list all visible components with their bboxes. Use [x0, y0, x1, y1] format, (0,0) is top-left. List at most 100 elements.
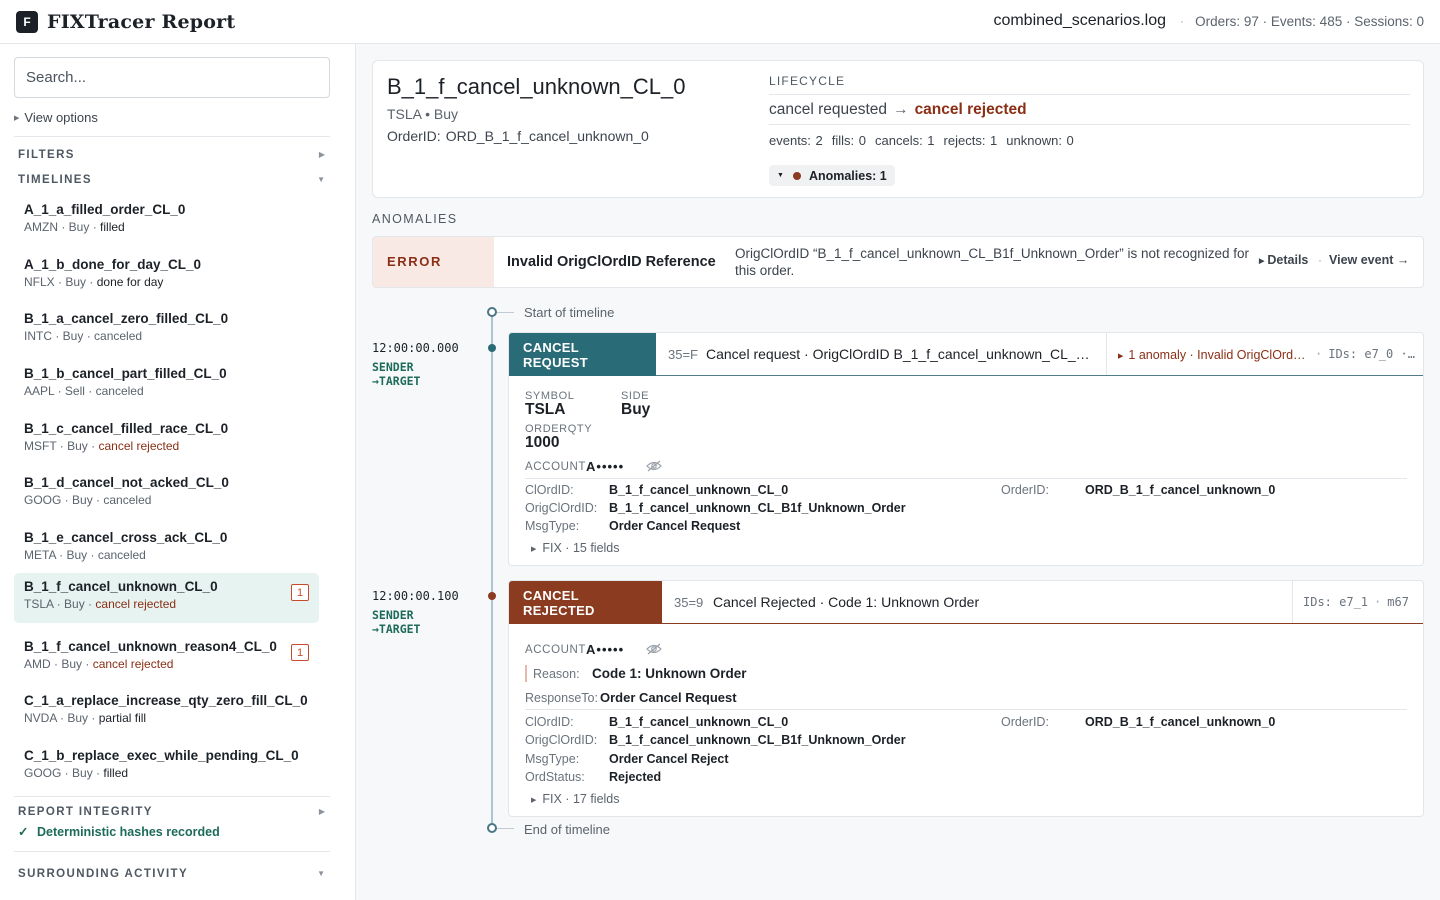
timeline-item[interactable]: B_1_a_cancel_zero_filled_CL_0 INTC · Buy …	[14, 305, 319, 355]
timeline-status: filled	[103, 766, 129, 780]
caret-right-icon: ▶	[531, 546, 537, 553]
anomalies-heading: ANOMALIES	[372, 212, 458, 226]
timeline-item[interactable]: B_1_f_cancel_unknown_CL_0 TSLA · Buy · ca…	[14, 573, 319, 623]
event-msg-id: m67	[1387, 595, 1409, 609]
direction-target: →TARGET	[372, 374, 421, 388]
eye-slash-icon[interactable]	[646, 642, 662, 656]
anomalies-toggle[interactable]: ▼ Anomalies: 1	[769, 165, 895, 186]
timeline-meta: NFLX · Buy · done for day	[24, 275, 164, 289]
msgtype-value: Order Cancel Reject	[609, 752, 729, 766]
clordid-label: ClOrdID:	[525, 483, 574, 497]
view-options-toggle[interactable]: ▶ View options	[14, 110, 98, 125]
origclordid-label: OrigClOrdID:	[525, 733, 598, 747]
timeline-item[interactable]: C_1_a_replace_increase_qty_zero_fill_CL_…	[14, 687, 319, 737]
account-value-masked: A•••••	[586, 642, 625, 657]
timeline-item[interactable]: B_1_d_cancel_not_acked_CL_0 GOOG · Buy · …	[14, 469, 319, 519]
divider	[14, 136, 330, 137]
count-rejects: rejects: 1	[943, 133, 998, 148]
event-ids-text: IDs: e7_0 · m66	[1328, 347, 1415, 361]
event-direction: SENDER →TARGET	[372, 360, 420, 388]
lifecycle-label: LIFECYCLE	[769, 74, 846, 88]
lifecycle-counts: events: 2 fills: 0 cancels: 1 rejects: 1 unk…	[769, 133, 1083, 148]
timeline-item[interactable]: B_1_c_cancel_filled_race_CL_0 MSFT · Buy …	[14, 415, 319, 465]
log-file-name: combined_scenarios.log	[993, 12, 1166, 29]
fix-fields-toggle[interactable]: ▶ FIX · 15 fields	[531, 541, 620, 555]
timeline-start-label: Start of timeline	[524, 305, 615, 320]
caret-down-icon: ▼	[777, 172, 784, 179]
timeline-side: Buy	[65, 275, 87, 289]
lifecycle-to: cancel rejected	[914, 101, 1027, 118]
report-integrity-toggle[interactable]: REPORT INTEGRITY	[18, 806, 153, 818]
timeline-status: done for day	[96, 275, 164, 289]
event-dot	[488, 592, 496, 600]
timelines-section-toggle[interactable]: TIMELINES	[18, 174, 92, 186]
msg-type-code: 35=9	[674, 595, 704, 610]
event-header[interactable]: CANCEL REJECTED 35=9 Cancel Rejected · C…	[509, 581, 1423, 624]
timeline-item[interactable]: A_1_b_done_for_day_CL_0 NFLX · Buy · done…	[14, 251, 319, 301]
view-event-link[interactable]: View event →	[1329, 253, 1409, 267]
eye-slash-icon[interactable]	[646, 459, 662, 473]
timeline-meta: GOOG · Buy · canceled	[24, 493, 152, 507]
anomaly-details-toggle[interactable]: ▶ Details	[1259, 253, 1308, 267]
caret-right-icon: ▶	[531, 797, 537, 804]
timeline-symbol: AMD	[24, 657, 51, 671]
event-summary: Cancel Rejected · Code 1: Unknown Order	[713, 594, 980, 610]
anomaly-title: Invalid OrigClOrdID Reference	[507, 254, 716, 270]
caret-right-icon[interactable]: ▶	[319, 807, 325, 816]
timeline-meta: AAPL · Sell · canceled	[24, 384, 144, 398]
timeline-symbol: NFLX	[24, 275, 55, 289]
event-card-cancel-request[interactable]: CANCEL REQUEST 35=F Cancel request · Ori…	[508, 332, 1424, 566]
timeline-name: B_1_c_cancel_filled_race_CL_0	[24, 421, 229, 436]
timeline-status: cancel rejected	[98, 439, 180, 453]
caret-right-icon: ▶	[1118, 353, 1124, 360]
divider	[769, 94, 1410, 95]
order-id: OrderID: ORD_B_1_f_cancel_unknown_0	[387, 128, 649, 144]
caret-down-icon[interactable]: ▼	[317, 175, 325, 184]
msgtype-value: Order Cancel Request	[609, 519, 741, 533]
event-time: 12:00:00.000	[372, 341, 459, 355]
timeline-start-node	[487, 307, 497, 317]
timeline-side: Buy	[66, 548, 88, 562]
timeline-status: canceled	[97, 548, 146, 562]
details-label: Details	[1267, 253, 1309, 267]
search-input[interactable]	[14, 57, 330, 98]
timeline-symbol: META	[24, 548, 56, 562]
event-anomaly-toggle[interactable]: ▶ 1 anomaly · Invalid OrigClOrdID Referen…	[1118, 348, 1308, 362]
fix-fields-toggle[interactable]: ▶ FIX · 17 fields	[531, 792, 620, 806]
timeline-status: canceled	[103, 493, 152, 507]
timeline-meta: META · Buy · canceled	[24, 548, 146, 562]
count-unknown: unknown: 0	[1006, 133, 1074, 148]
qty-value: 1000	[525, 434, 560, 451]
timeline-side: Buy	[62, 329, 84, 343]
timeline-side: Buy	[68, 220, 90, 234]
integrity-status: ✓ Deterministic hashes recorded	[18, 824, 220, 839]
timeline-name: B_1_f_cancel_unknown_CL_0	[24, 579, 218, 594]
timeline-item[interactable]: B_1_e_cancel_cross_ack_CL_0 META · Buy · …	[14, 524, 319, 574]
reason-value: Code 1: Unknown Order	[592, 666, 747, 681]
direction-target: →TARGET	[372, 622, 421, 636]
surrounding-activity-toggle[interactable]: SURROUNDING ACTIVITY	[18, 868, 188, 880]
timeline-symbol: GOOG	[24, 493, 62, 507]
caret-right-icon[interactable]: ▶	[319, 150, 325, 159]
timeline-symbol: AAPL	[24, 384, 55, 398]
timeline-item[interactable]: B_1_f_cancel_unknown_reason4_CL_0 AMD · B…	[14, 633, 319, 683]
timeline-side: Buy	[72, 493, 93, 507]
timeline-side: Buy	[67, 439, 88, 453]
caret-down-icon[interactable]: ▼	[317, 869, 325, 878]
timeline-symbol: NVDA	[24, 711, 57, 725]
event-card-cancel-rejected[interactable]: CANCEL REJECTED 35=9 Cancel Rejected · C…	[508, 580, 1424, 817]
origclordid-label: OrigClOrdID:	[525, 501, 598, 515]
timeline-item[interactable]: B_1_b_cancel_part_filled_CL_0 AAPL · Sell…	[14, 360, 319, 410]
event-direction: SENDER →TARGET	[372, 608, 420, 636]
timeline-side: Sell	[64, 384, 85, 398]
timeline-meta: AMZN · Buy · filled	[24, 220, 125, 234]
order-summary-card: B_1_f_cancel_unknown_CL_0 TSLA • Buy Ord…	[372, 60, 1424, 198]
timeline-item[interactable]: A_1_a_filled_order_CL_0 AMZN · Buy · fill…	[14, 196, 319, 246]
timeline-tick	[497, 312, 514, 313]
integrity-status-text: Deterministic hashes recorded	[37, 825, 220, 839]
caret-right-icon: ▶	[14, 115, 20, 122]
event-header[interactable]: CANCEL REQUEST 35=F Cancel request · Ori…	[509, 333, 1423, 376]
divider	[1292, 581, 1293, 623]
timeline-item[interactable]: C_1_b_replace_exec_while_pending_CL_0 GOO…	[14, 742, 319, 792]
filters-section-toggle[interactable]: FILTERS	[18, 149, 75, 161]
